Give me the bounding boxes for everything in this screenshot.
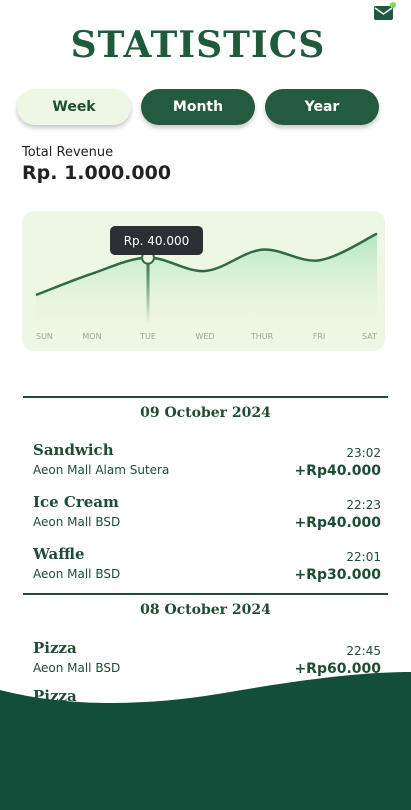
item-amount: +Rp40.000 xyxy=(294,463,381,479)
item-time: 22:23 xyxy=(346,498,381,512)
x-tick-label: THUR xyxy=(250,332,274,341)
item-place: Aeon Mall Alam Sutera xyxy=(33,463,170,477)
highlight-stem xyxy=(146,257,150,323)
revenue-chart: SUN MON TUE WED THUR FRI SAT Rp. 40.000 xyxy=(22,211,385,351)
tab-week[interactable]: Week xyxy=(17,89,131,125)
item-amount: +Rp30.000 xyxy=(294,567,381,583)
item-name: Pizza xyxy=(33,639,77,657)
transaction-item[interactable]: Sandwich Aeon Mall Alam Sutera 23:02 +Rp… xyxy=(33,441,381,485)
x-tick-label: TUE xyxy=(139,332,156,341)
mail-notification-icon[interactable] xyxy=(373,2,397,22)
footer-wave xyxy=(0,672,411,810)
transaction-item[interactable]: Waffle Aeon Mall BSD 22:01 +Rp30.000 xyxy=(33,545,381,589)
divider xyxy=(23,396,388,398)
item-place: Aeon Mall BSD xyxy=(33,515,121,529)
chart-area-fill xyxy=(36,233,377,336)
total-revenue-label: Total Revenue xyxy=(22,145,114,160)
item-place: Aeon Mall BSD xyxy=(33,567,121,581)
date-heading: 09 October 2024 xyxy=(140,405,271,421)
tab-month[interactable]: Month xyxy=(141,89,255,125)
date-heading: 08 October 2024 xyxy=(140,602,271,618)
tab-year[interactable]: Year xyxy=(265,89,379,125)
period-tabs: Week Month Year xyxy=(17,89,379,125)
transaction-item[interactable]: Ice Cream Aeon Mall BSD 22:23 +Rp40.000 xyxy=(33,493,381,537)
item-name: Sandwich xyxy=(33,441,114,459)
item-time: 23:02 xyxy=(346,446,381,460)
x-tick-label: MON xyxy=(82,332,101,341)
item-name: Ice Cream xyxy=(33,493,119,511)
item-name: Waffle xyxy=(33,545,85,563)
page-title: STATISTICS xyxy=(70,24,326,66)
revenue-chart-svg: SUN MON TUE WED THUR FRI SAT xyxy=(35,232,378,341)
divider xyxy=(23,593,388,595)
total-revenue-value: Rp. 1.000.000 xyxy=(22,162,172,184)
x-tick-label: SAT xyxy=(362,332,377,341)
item-amount: +Rp40.000 xyxy=(294,515,381,531)
x-tick-label: FRI xyxy=(313,332,326,341)
x-tick-label: WED xyxy=(195,332,214,341)
x-tick-label: SUN xyxy=(36,332,53,341)
chart-tooltip: Rp. 40.000 xyxy=(110,226,203,255)
item-time: 22:45 xyxy=(346,644,381,658)
item-time: 22:01 xyxy=(346,550,381,564)
